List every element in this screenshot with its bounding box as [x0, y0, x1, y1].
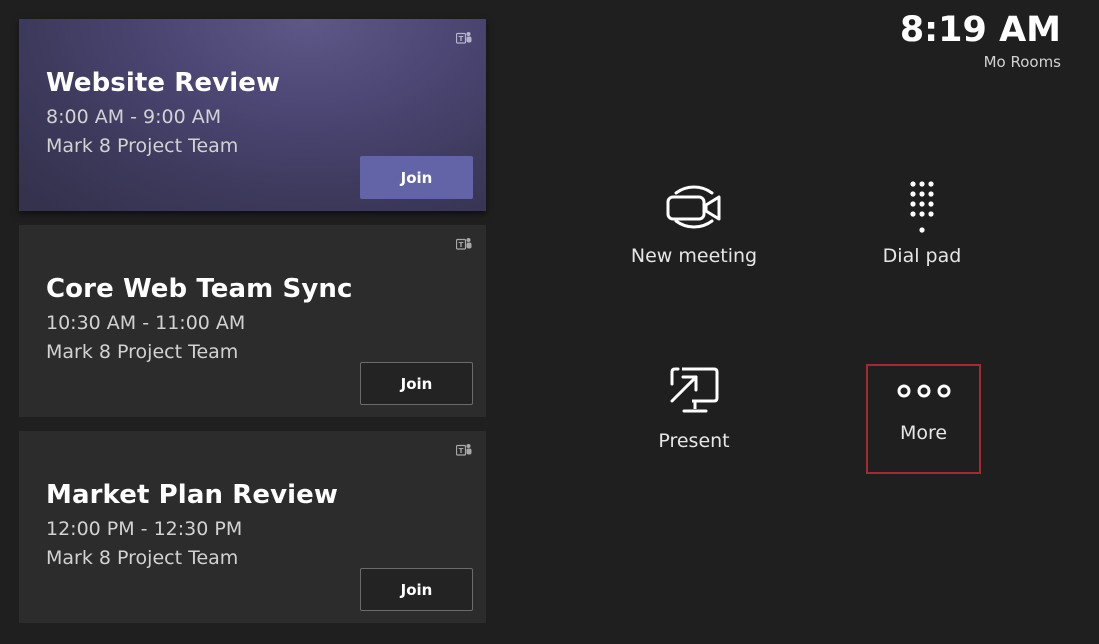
clock-time: 8:19 AM [899, 10, 1061, 50]
join-button[interactable]: Join [360, 362, 473, 405]
room-name: Mo Rooms [983, 53, 1061, 71]
video-camera-icon [666, 185, 721, 229]
meeting-team: Mark 8 Project Team [46, 135, 239, 157]
more-label: More [899, 422, 948, 444]
dial-pad-icon [910, 181, 934, 233]
svg-text:T: T [459, 241, 464, 249]
meeting-team: Mark 8 Project Team [46, 341, 239, 363]
meeting-team: Mark 8 Project Team [46, 547, 239, 569]
more-button[interactable]: More [866, 364, 981, 474]
meeting-title: Core Web Team Sync [46, 274, 353, 304]
dial-pad-label: Dial pad [882, 245, 962, 267]
new-meeting-button[interactable]: New meeting [604, 175, 784, 267]
meeting-title: Website Review [46, 68, 281, 98]
teams-icon: T [456, 32, 472, 44]
new-meeting-label: New meeting [630, 245, 758, 267]
present-button[interactable]: Present [604, 360, 784, 452]
meeting-card-core-web-team-sync[interactable]: T Core Web Team Sync 10:30 AM - 11:00 AM… [19, 225, 486, 417]
meeting-time: 10:30 AM - 11:00 AM [46, 312, 246, 334]
present-screen-icon [670, 367, 719, 413]
join-button[interactable]: Join [360, 156, 473, 199]
svg-text:T: T [459, 35, 464, 43]
present-label: Present [658, 430, 730, 452]
ellipsis-icon [897, 384, 950, 398]
meeting-title: Market Plan Review [46, 480, 338, 510]
meeting-time: 8:00 AM - 9:00 AM [46, 106, 222, 128]
meeting-card-market-plan-review[interactable]: T Market Plan Review 12:00 PM - 12:30 PM… [19, 431, 486, 623]
teams-icon: T [456, 238, 472, 250]
meeting-time: 12:00 PM - 12:30 PM [46, 518, 243, 540]
meeting-card-website-review[interactable]: T Website Review 8:00 AM - 9:00 AM Mark … [19, 19, 486, 211]
teams-icon: T [456, 444, 472, 456]
join-button[interactable]: Join [360, 568, 473, 611]
dial-pad-button[interactable]: Dial pad [832, 175, 1012, 267]
svg-text:T: T [459, 447, 464, 455]
teams-rooms-home: T Website Review 8:00 AM - 9:00 AM Mark … [0, 0, 1099, 644]
